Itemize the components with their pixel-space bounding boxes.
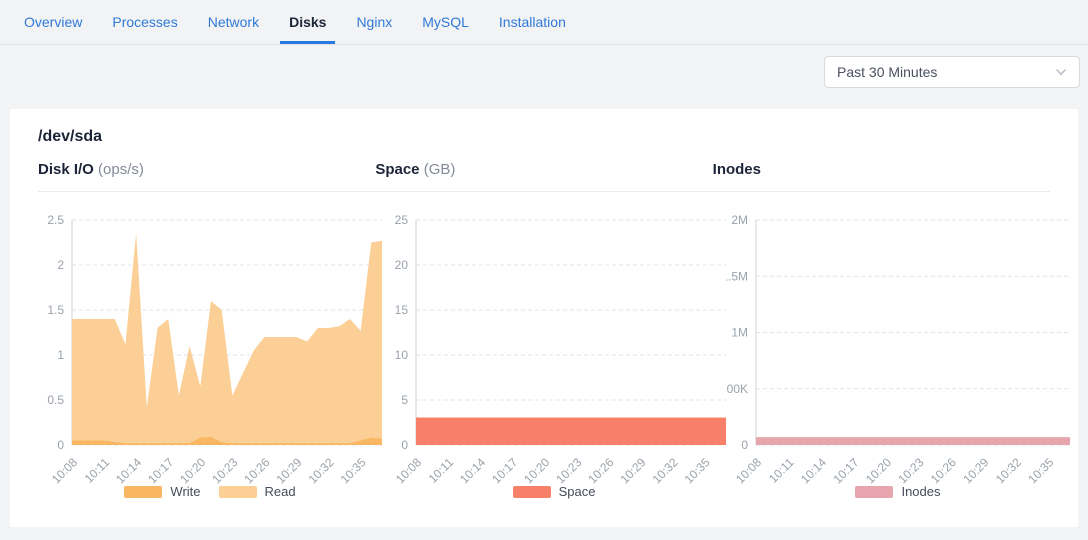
panel-title: /dev/sda bbox=[38, 127, 1050, 146]
chart-unit-text: (ops/s) bbox=[94, 161, 144, 178]
chart-inodes: 0500K1M1.5M2M10:0810:1110:1410:1710:2010… bbox=[726, 199, 1070, 499]
y-tick-label: 10 bbox=[395, 348, 409, 362]
legend-item-read[interactable]: Read bbox=[219, 485, 296, 499]
chart-plot-inodes: 0500K1M1.5M2M10:0810:1110:1410:1710:2010… bbox=[726, 199, 1070, 484]
x-tick-label: 10:20 bbox=[521, 455, 552, 484]
chart-unit-text: (GB) bbox=[420, 161, 456, 178]
x-tick-label: 10:23 bbox=[553, 455, 584, 484]
y-tick-label: 1.5 bbox=[47, 303, 64, 317]
legend-label: Inodes bbox=[901, 485, 940, 499]
chart-title-text: Inodes bbox=[713, 161, 761, 178]
x-tick-label: 10:29 bbox=[273, 455, 304, 484]
tab-mysql[interactable]: MySQL bbox=[422, 0, 469, 44]
y-tick-label: 2 bbox=[57, 258, 64, 272]
x-tick-label: 10:11 bbox=[766, 455, 797, 484]
y-tick-label: 5 bbox=[401, 393, 408, 407]
x-tick-label: 10:32 bbox=[993, 455, 1024, 484]
x-tick-label: 10:23 bbox=[209, 455, 240, 484]
x-tick-label: 10:11 bbox=[426, 455, 457, 484]
x-tick-label: 10:29 bbox=[960, 455, 991, 484]
legend-swatch-read bbox=[219, 486, 257, 498]
time-range-value: Past 30 Minutes bbox=[837, 64, 937, 80]
tab-network[interactable]: Network bbox=[208, 0, 259, 44]
x-tick-label: 10:14 bbox=[798, 455, 829, 484]
x-tick-label: 10:08 bbox=[49, 455, 80, 484]
y-tick-label: 500K bbox=[726, 382, 748, 396]
legend-item-inodes[interactable]: Inodes bbox=[855, 485, 940, 499]
x-tick-label: 10:26 bbox=[928, 455, 959, 484]
x-tick-label: 10:26 bbox=[585, 455, 616, 484]
legend-label: Read bbox=[265, 485, 296, 499]
y-tick-label: 2.5 bbox=[47, 213, 64, 227]
y-tick-label: 0 bbox=[57, 438, 64, 452]
tab-installation[interactable]: Installation bbox=[499, 0, 566, 44]
y-tick-label: 20 bbox=[395, 258, 409, 272]
monitoring-page: Overview Processes Network Disks Nginx MySQL I… bbox=[0, 0, 1088, 540]
x-tick-label: 10:35 bbox=[338, 455, 369, 484]
tab-nginx[interactable]: Nginx bbox=[356, 0, 392, 44]
y-tick-label: 15 bbox=[395, 303, 409, 317]
y-tick-label: 25 bbox=[395, 213, 409, 227]
y-tick-label: 1 bbox=[57, 348, 64, 362]
legend-space: Space bbox=[382, 485, 726, 499]
x-tick-label: 10:14 bbox=[457, 455, 488, 484]
x-tick-label: 10:32 bbox=[650, 455, 681, 484]
x-tick-label: 10:08 bbox=[393, 455, 424, 484]
toolbar: Past 30 Minutes bbox=[0, 45, 1088, 109]
chart-title-inodes: Inodes bbox=[713, 161, 1050, 178]
legend-label: Write bbox=[170, 485, 200, 499]
disk-panel: /dev/sda Disk I/O (ops/s)Space (GB)Inode… bbox=[10, 109, 1078, 527]
chart-title-text: Space bbox=[375, 161, 419, 178]
y-tick-label: 2M bbox=[731, 213, 748, 227]
chart-space: 0 5 10 15 20 25 10:0810:1110:1410:1710:2010:23… bbox=[382, 199, 726, 499]
chart-title-disk-i-o: Disk I/O (ops/s) bbox=[38, 161, 375, 178]
chart-plot-disk-i-o: 00.511.522.510:0810:1110:1410:1710:2010:… bbox=[38, 199, 382, 484]
chart-plot-space: 0 5 10 15 20 25 10:0810:1110:1410:1710:2010:23… bbox=[382, 199, 726, 484]
x-tick-label: 10:11 bbox=[82, 455, 113, 484]
y-tick-label: 0 bbox=[401, 438, 408, 452]
chart-title-space: Space (GB) bbox=[375, 161, 712, 178]
x-tick-label: 10:08 bbox=[733, 455, 764, 484]
x-tick-label: 10:20 bbox=[863, 455, 894, 484]
y-tick-label: 0 bbox=[741, 438, 748, 452]
tab-overview[interactable]: Overview bbox=[24, 0, 82, 44]
chevron-down-icon bbox=[1053, 64, 1069, 80]
x-tick-label: 10:20 bbox=[177, 455, 208, 484]
x-tick-label: 10:32 bbox=[306, 455, 337, 484]
x-tick-label: 10:29 bbox=[617, 455, 648, 484]
legend-inodes: Inodes bbox=[726, 485, 1070, 499]
legend-item-space[interactable]: Space bbox=[513, 485, 596, 499]
x-tick-label: 10:35 bbox=[682, 455, 713, 484]
legend-swatch-space bbox=[513, 486, 551, 498]
x-tick-label: 10:17 bbox=[145, 455, 176, 484]
y-tick-label: 1M bbox=[731, 326, 748, 340]
legend-swatch-write bbox=[124, 486, 162, 498]
legend-swatch-inodes bbox=[855, 486, 893, 498]
x-tick-label: 10:17 bbox=[489, 455, 520, 484]
tab-processes[interactable]: Processes bbox=[112, 0, 177, 44]
x-tick-label: 10:26 bbox=[241, 455, 272, 484]
area-series-space bbox=[416, 418, 726, 445]
chart-headers-row: Disk I/O (ops/s)Space (GB)Inodes bbox=[38, 161, 1050, 192]
y-tick-label: 1.5M bbox=[726, 269, 748, 283]
tab-bar: Overview Processes Network Disks Nginx MySQL I… bbox=[0, 0, 1088, 45]
chart-title-text: Disk I/O bbox=[38, 161, 94, 178]
x-tick-label: 10:35 bbox=[1025, 455, 1056, 484]
charts-row: 00.511.522.510:0810:1110:1410:1710:2010:… bbox=[38, 199, 1050, 499]
x-tick-label: 10:23 bbox=[895, 455, 926, 484]
x-tick-label: 10:14 bbox=[113, 455, 144, 484]
x-tick-label: 10:17 bbox=[830, 455, 861, 484]
time-range-select[interactable]: Past 30 Minutes bbox=[824, 56, 1080, 88]
tab-disks[interactable]: Disks bbox=[289, 0, 326, 44]
chart-disk-i-o: 00.511.522.510:0810:1110:1410:1710:2010:… bbox=[38, 199, 382, 499]
area-series-inodes bbox=[756, 437, 1070, 445]
legend-disk-i-o: Write Read bbox=[38, 485, 382, 499]
legend-label: Space bbox=[559, 485, 596, 499]
legend-item-write[interactable]: Write bbox=[124, 485, 200, 499]
y-tick-label: 0.5 bbox=[47, 393, 64, 407]
